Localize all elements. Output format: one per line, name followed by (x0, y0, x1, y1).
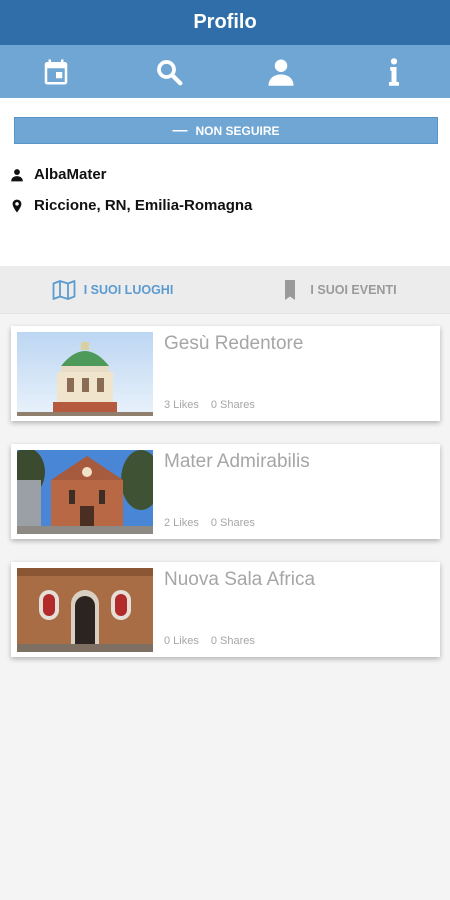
info-button[interactable] (338, 45, 450, 98)
shares-count: 0 Shares (210, 635, 255, 647)
user-icon (268, 59, 294, 86)
place-title: Nuova Sala Africa (164, 569, 316, 590)
place-stats: 0 Likes 0 Shares (164, 635, 255, 647)
info-icon (388, 57, 399, 86)
calendar-button[interactable] (0, 45, 113, 98)
bookmark-icon (285, 280, 296, 300)
place-stats: 2 Likes 0 Shares (164, 517, 255, 529)
place-photo (17, 332, 153, 416)
place-photo (17, 450, 153, 534)
place-title: Gesù Redentore (164, 333, 304, 354)
tab-places[interactable]: I SUOI LUOGHI (0, 266, 225, 314)
place-card[interactable]: Gesù Redentore 3 Likes 0 Shares (11, 326, 440, 421)
map-icon (52, 280, 76, 300)
place-title: Mater Admirabilis (164, 451, 310, 472)
likes-count: 2 Likes (164, 517, 199, 529)
user-icon (11, 168, 23, 181)
place-card[interactable]: Mater Admirabilis 2 Likes 0 Shares (11, 444, 440, 539)
likes-count: 3 Likes (164, 399, 199, 411)
place-stats: 3 Likes 0 Shares (164, 399, 255, 411)
unfollow-label: NON SEGUIRE (195, 123, 280, 138)
tab-events-label: I SUOI EVENTI (310, 283, 397, 297)
profile-tabs: I SUOI LUOGHI I SUOI EVENTI (0, 266, 450, 314)
calendar-icon (45, 59, 68, 84)
toolbar (0, 45, 450, 98)
map-marker-icon (12, 199, 22, 212)
profile-section: — NON SEGUIRE AlbaMater Riccione, RN, Em… (0, 98, 450, 266)
minus-icon: — (172, 122, 188, 139)
username: AlbaMater (34, 166, 107, 183)
search-icon (156, 59, 183, 85)
profile-button[interactable] (225, 45, 338, 98)
shares-count: 0 Shares (210, 399, 255, 411)
tab-places-label: I SUOI LUOGHI (83, 283, 174, 297)
place-card[interactable]: Nuova Sala Africa 0 Likes 0 Shares (11, 562, 440, 657)
tab-events[interactable]: I SUOI EVENTI (225, 266, 450, 314)
unfollow-button[interactable]: — NON SEGUIRE (14, 117, 438, 144)
app-header: Profilo (0, 0, 450, 45)
search-button[interactable] (113, 45, 226, 98)
shares-count: 0 Shares (210, 517, 255, 529)
page-title: Profilo (193, 11, 257, 33)
likes-count: 0 Likes (164, 635, 199, 647)
location: Riccione, RN, Emilia-Romagna (34, 197, 253, 214)
place-photo (17, 568, 153, 652)
location-row: Riccione, RN, Emilia-Romagna (10, 197, 252, 214)
username-row: AlbaMater (10, 166, 107, 183)
